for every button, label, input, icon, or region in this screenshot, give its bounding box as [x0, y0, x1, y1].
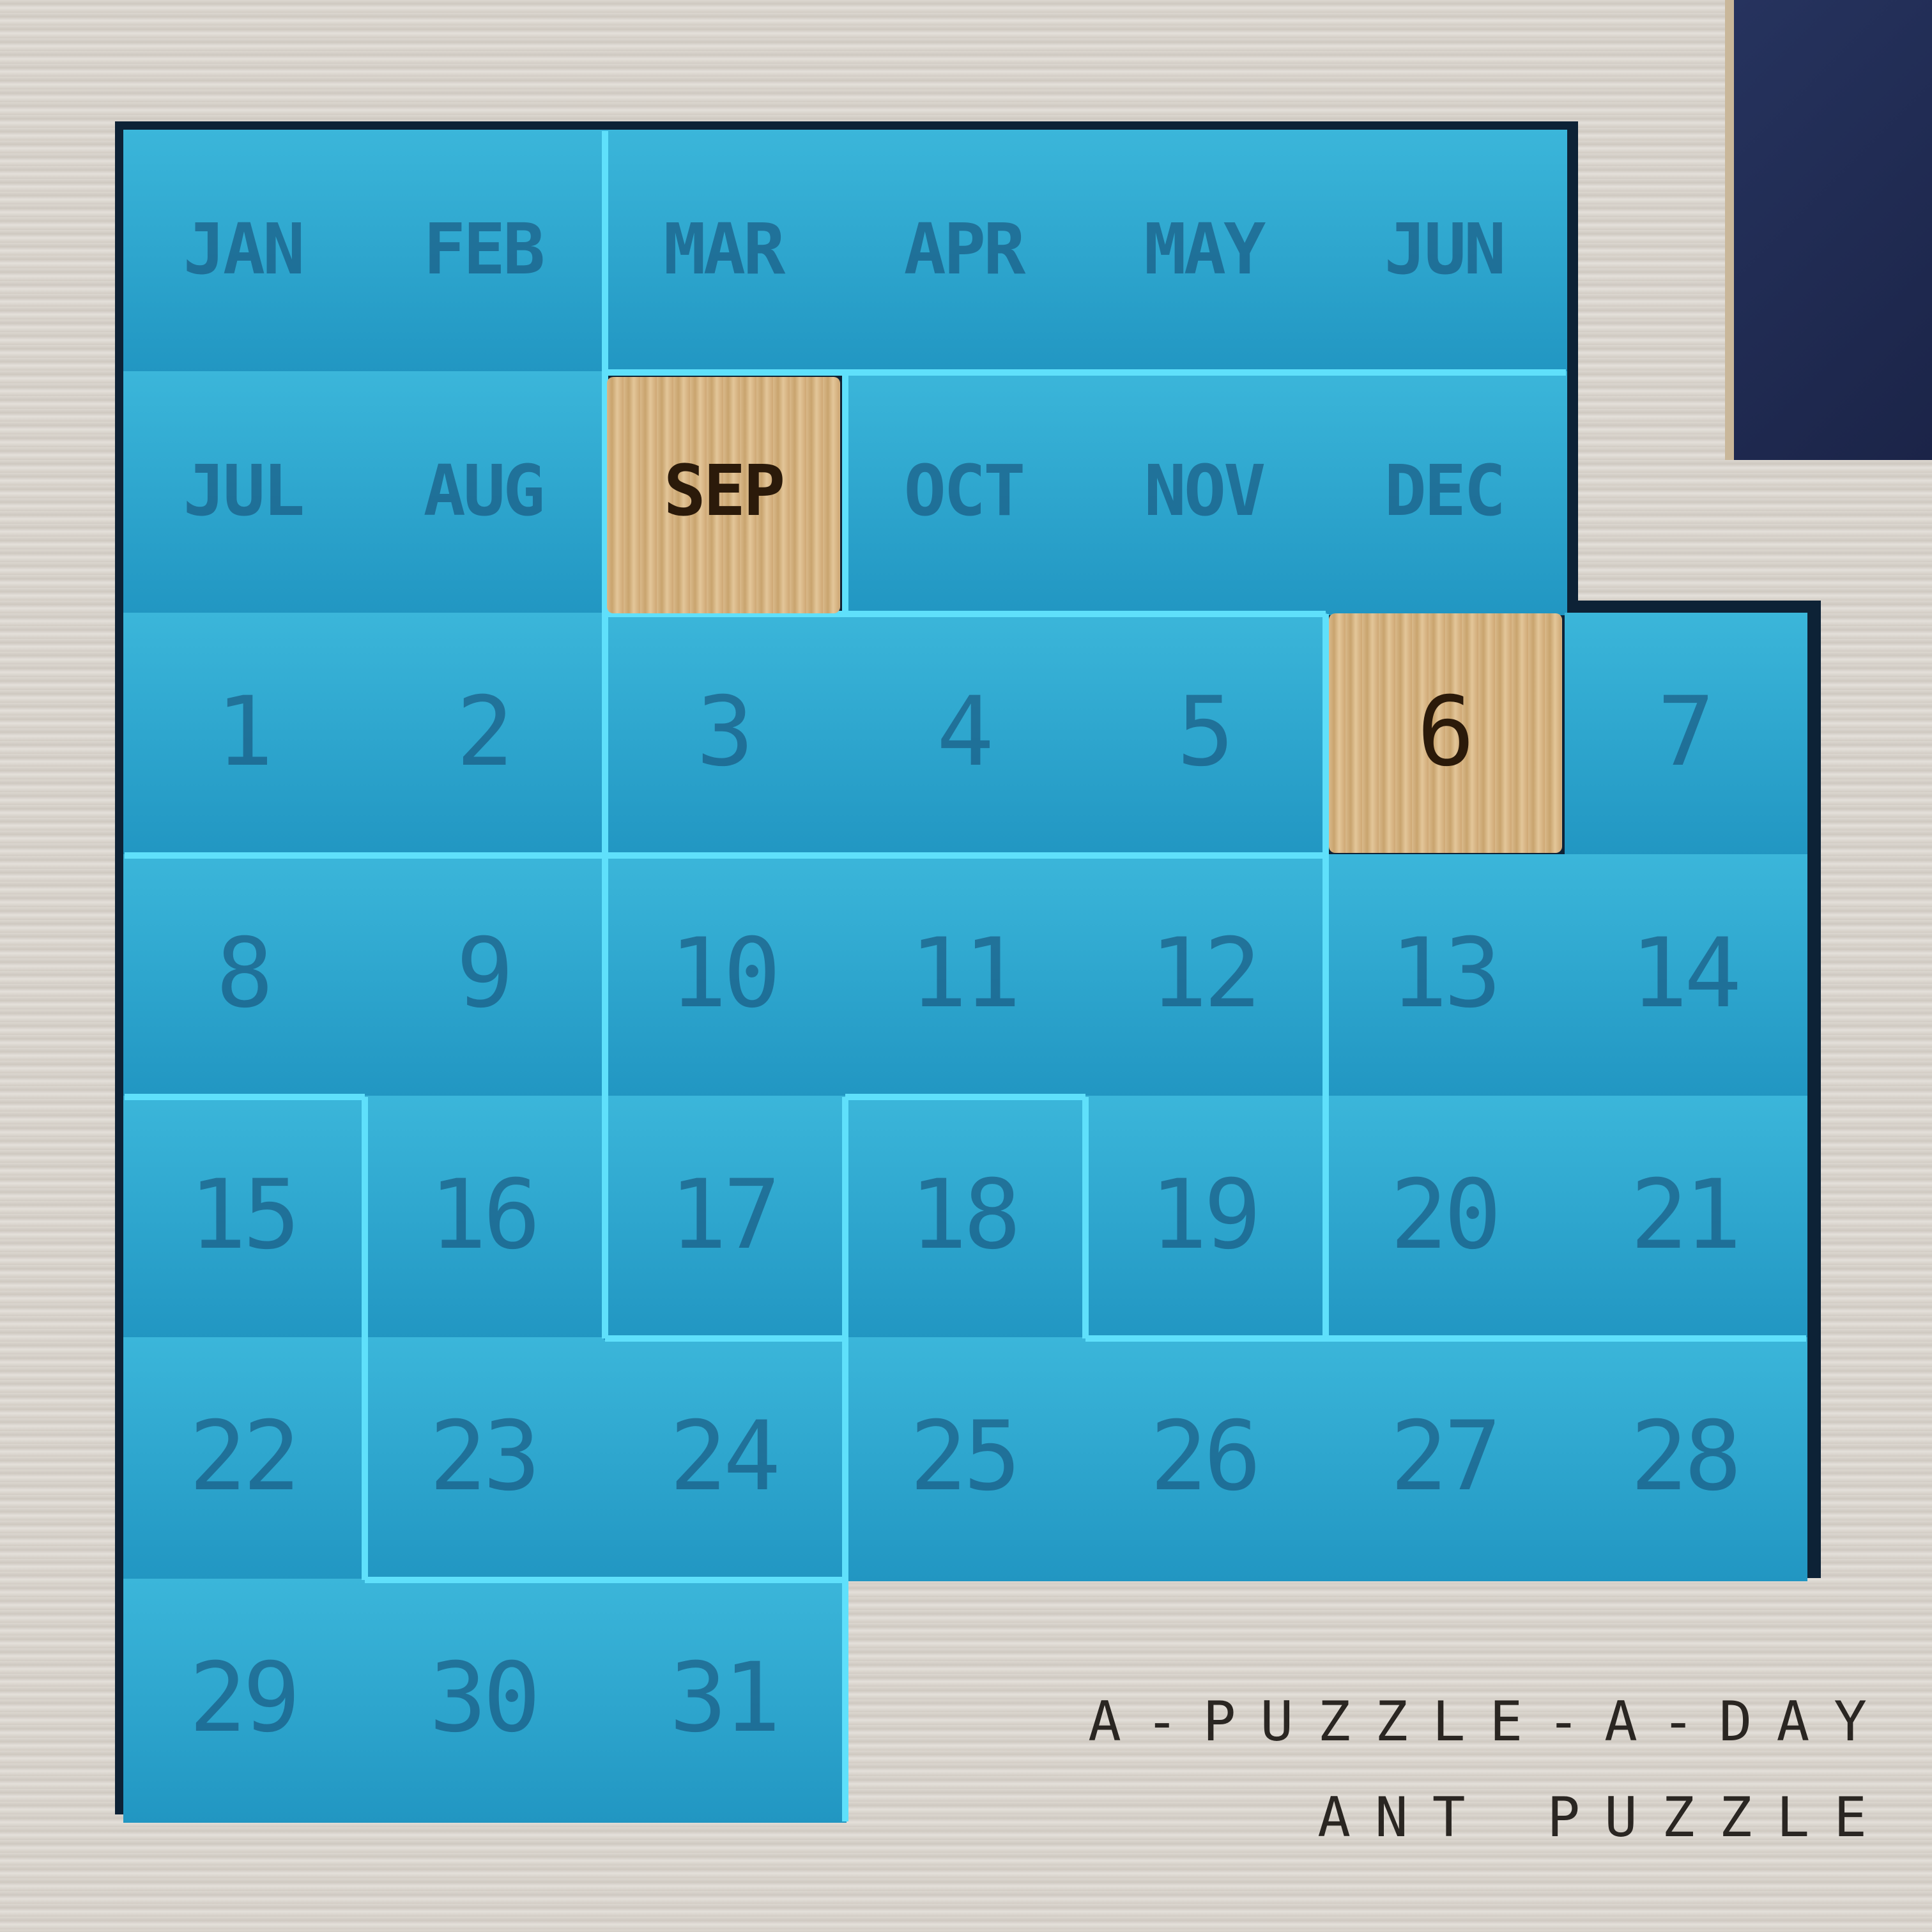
day-cell-25: 25	[909, 1401, 1022, 1512]
month-cell-mar: MAR	[663, 208, 786, 290]
day-cell-14: 14	[1630, 918, 1742, 1029]
day-cell-11: 11	[909, 918, 1022, 1029]
day-cell-20: 20	[1390, 1160, 1502, 1271]
day-cell-15: 15	[188, 1160, 301, 1271]
day-cell-31: 31	[669, 1643, 781, 1754]
day-cell-8: 8	[215, 918, 273, 1029]
month-cell-dec: DEC	[1384, 450, 1506, 532]
month-cell-nov: NOV	[1144, 450, 1266, 532]
day-cell-12: 12	[1149, 918, 1262, 1029]
brand-line2: ANT PUZZLE	[1317, 1786, 1891, 1850]
day-cell-22: 22	[188, 1401, 301, 1512]
day-cell-18: 18	[909, 1160, 1022, 1271]
day-cell-2: 2	[456, 677, 514, 788]
day-cell-6: 6	[1416, 677, 1475, 788]
day-cell-26: 26	[1149, 1401, 1262, 1512]
month-cell-feb: FEB	[423, 208, 546, 290]
day-cell-9: 9	[456, 918, 514, 1029]
day-cell-7: 7	[1657, 677, 1715, 788]
day-cell-3: 3	[696, 677, 754, 788]
month-cell-jun: JUN	[1384, 208, 1506, 290]
month-cell-jul: JUL	[183, 450, 305, 532]
day-cell-30: 30	[429, 1643, 541, 1754]
month-cell-oct: OCT	[903, 450, 1026, 532]
month-cell-apr: APR	[903, 208, 1026, 290]
brand-engraving: A-PUZZLE-A-DAY ANT PUZZLE	[933, 1674, 1891, 1866]
day-cell-16: 16	[429, 1160, 541, 1271]
day-cell-23: 23	[429, 1401, 541, 1512]
brand-line1: A-PUZZLE-A-DAY	[1088, 1690, 1891, 1754]
month-cell-may: MAY	[1144, 208, 1266, 290]
day-cell-4: 4	[936, 677, 994, 788]
day-cell-28: 28	[1630, 1401, 1742, 1512]
day-cell-21: 21	[1630, 1160, 1742, 1271]
day-cell-17: 17	[669, 1160, 781, 1271]
month-cell-sep: SEP	[663, 450, 786, 532]
day-cell-19: 19	[1149, 1160, 1262, 1271]
day-cell-10: 10	[669, 918, 781, 1029]
day-cell-5: 5	[1176, 677, 1234, 788]
month-cell-jan: JAN	[183, 208, 305, 290]
day-cell-13: 13	[1390, 918, 1502, 1029]
day-cell-1: 1	[215, 677, 273, 788]
day-cell-24: 24	[669, 1401, 781, 1512]
day-cell-27: 27	[1390, 1401, 1502, 1512]
day-cell-29: 29	[188, 1643, 301, 1754]
month-cell-aug: AUG	[423, 450, 546, 532]
